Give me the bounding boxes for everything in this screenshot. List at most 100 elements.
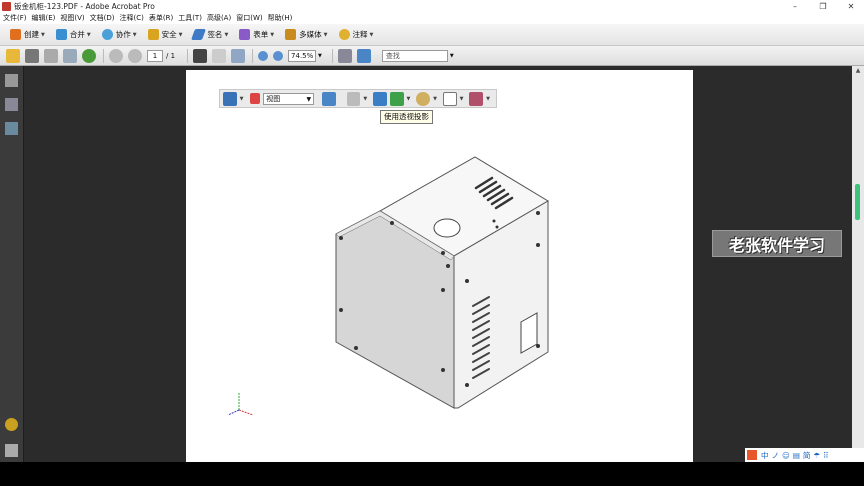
chevron-down-icon[interactable]: ▼ — [240, 96, 244, 102]
ime-emoji[interactable]: ☺ — [782, 451, 790, 460]
secure-button[interactable]: 安全 ▼ — [144, 26, 187, 44]
render-mode-icon[interactable] — [389, 91, 404, 106]
scroll-thumb[interactable] — [855, 184, 860, 220]
3d-toolbar: ▼ 视图 ▼ ▼ ▼ ▼ ▼ ▼ — [219, 89, 497, 108]
comments-panel-icon[interactable] — [5, 418, 18, 431]
fit-page-icon[interactable] — [337, 48, 352, 63]
minimize-button[interactable]: – — [780, 0, 810, 12]
toolbar-divider — [187, 48, 189, 63]
perspective-tooltip: 使用透视投影 — [380, 110, 433, 124]
sync-icon[interactable] — [82, 48, 96, 63]
chevron-down-icon: ▼ — [132, 31, 137, 38]
open-folder-icon[interactable] — [6, 48, 20, 63]
perspective-projection-icon[interactable] — [373, 91, 387, 106]
full-screen-icon[interactable] — [356, 48, 371, 63]
zoom-in-icon[interactable] — [273, 50, 284, 61]
navigation-panel — [0, 66, 24, 462]
find-input[interactable]: 查找 — [381, 49, 448, 62]
forms-button[interactable]: 表单 ▼ — [235, 26, 278, 44]
zoom-level-input[interactable]: 74.5% — [288, 49, 317, 62]
cross-section-icon[interactable] — [469, 91, 484, 106]
collaborate-button[interactable]: 协作 ▼ — [98, 26, 141, 44]
menu-window[interactable]: 窗口(W) — [236, 13, 267, 23]
next-page-icon[interactable] — [128, 48, 142, 63]
menu-forms[interactable]: 表单(R) — [149, 13, 178, 23]
vertical-scrollbar[interactable]: ▲ — [852, 66, 864, 462]
lighting-icon[interactable] — [416, 91, 431, 106]
save-icon[interactable] — [44, 48, 58, 63]
chevron-down-icon[interactable]: ▼ — [433, 96, 437, 102]
chevron-down-icon: ▼ — [86, 31, 91, 38]
chevron-down-icon[interactable]: ▼ — [486, 96, 490, 102]
chevron-down-icon[interactable]: ▼ — [363, 96, 367, 102]
chevron-down-icon[interactable]: ▼ — [318, 53, 322, 59]
collaborate-label: 协作 — [115, 30, 131, 39]
marquee-zoom-icon[interactable] — [231, 48, 246, 63]
pages-panel-icon[interactable] — [5, 74, 18, 87]
chevron-down-icon: ▼ — [323, 31, 328, 38]
menu-edit[interactable]: 编辑(E) — [32, 13, 61, 23]
attachments-panel-icon[interactable] — [5, 444, 18, 457]
acrobat-app-icon — [2, 1, 11, 11]
previous-page-icon[interactable] — [109, 48, 123, 63]
bottom-letterbox — [0, 462, 864, 486]
page-number-input[interactable]: 1 — [147, 49, 163, 62]
menu-document[interactable]: 文档(D) — [90, 13, 120, 23]
zoom-out-icon[interactable] — [258, 50, 269, 61]
create-pdf-icon — [10, 29, 21, 40]
signatures-panel-icon[interactable] — [5, 122, 18, 135]
menu-tools[interactable]: 工具(T) — [178, 13, 207, 23]
sheet-metal-cabinet-3d-model[interactable] — [186, 70, 693, 462]
pen-icon — [191, 29, 207, 40]
form-icon — [239, 29, 251, 40]
chevron-down-icon: ▼ — [178, 31, 183, 38]
scroll-up-icon[interactable]: ▲ — [852, 66, 864, 76]
background-color-icon[interactable] — [442, 91, 457, 106]
create-button[interactable]: 创建 ▼ — [6, 26, 49, 44]
ime-keyboard[interactable]: ▤ — [793, 451, 800, 460]
view-select[interactable]: 视图 ▼ — [263, 92, 315, 105]
rotate-icon[interactable] — [223, 91, 237, 106]
menu-advanced[interactable]: 高级(A) — [207, 13, 236, 23]
hand-tool-icon[interactable] — [212, 48, 227, 63]
menu-file[interactable]: 文件(F) — [3, 13, 32, 23]
email-icon[interactable] — [63, 48, 77, 63]
maximize-button[interactable]: ❐ — [808, 0, 838, 12]
ime-simplified[interactable]: 简 — [803, 450, 811, 461]
comment-label: 注释 — [352, 30, 368, 39]
ime-punct[interactable]: ノ — [772, 450, 780, 461]
view-select-value: 视图 — [266, 94, 281, 103]
chevron-down-icon[interactable]: ▼ — [407, 96, 411, 102]
home-icon[interactable] — [249, 93, 261, 104]
play-animation-icon[interactable] — [346, 91, 361, 106]
lock-icon — [147, 29, 159, 40]
toolbar-divider — [103, 48, 104, 63]
bookmarks-panel-icon[interactable] — [5, 98, 18, 111]
close-button[interactable]: ✕ — [836, 0, 864, 12]
navigation-toolbar: 1 / 1 74.5% ▼ 查找 ▼ — [0, 46, 864, 66]
print-icon[interactable] — [25, 48, 39, 63]
combine-label: 合并 — [69, 30, 85, 39]
ime-mode[interactable]: 中 — [761, 450, 769, 461]
ime-menu[interactable]: ⠿ — [823, 451, 829, 460]
forms-label: 表单 — [253, 30, 269, 39]
multimedia-button[interactable]: 多媒体 ▼ — [281, 26, 331, 44]
sign-button[interactable]: 签名 ▼ — [189, 26, 232, 44]
select-cursor-icon[interactable] — [193, 48, 208, 63]
collaborate-icon — [101, 29, 113, 40]
chevron-down-icon[interactable]: ▼ — [450, 53, 454, 59]
menu-view[interactable]: 视图(V) — [60, 13, 89, 23]
comment-button[interactable]: 注释 ▼ — [335, 26, 378, 44]
chevron-down-icon[interactable]: ▼ — [460, 96, 464, 102]
ime-skin[interactable]: ☂ — [813, 451, 820, 460]
menu-comments[interactable]: 注释(C) — [120, 13, 149, 23]
chevron-down-icon: ▼ — [270, 31, 275, 38]
combine-button[interactable]: 合并 ▼ — [52, 26, 95, 44]
model-tree-icon[interactable] — [322, 91, 336, 106]
menu-help[interactable]: 帮助(H) — [268, 13, 298, 23]
chevron-down-icon: ▼ — [224, 31, 229, 38]
multimedia-label: 多媒体 — [299, 30, 322, 39]
chevron-down-icon: ▼ — [41, 31, 45, 38]
page-total: / 1 — [166, 51, 176, 60]
pdf-page[interactable] — [186, 70, 693, 462]
